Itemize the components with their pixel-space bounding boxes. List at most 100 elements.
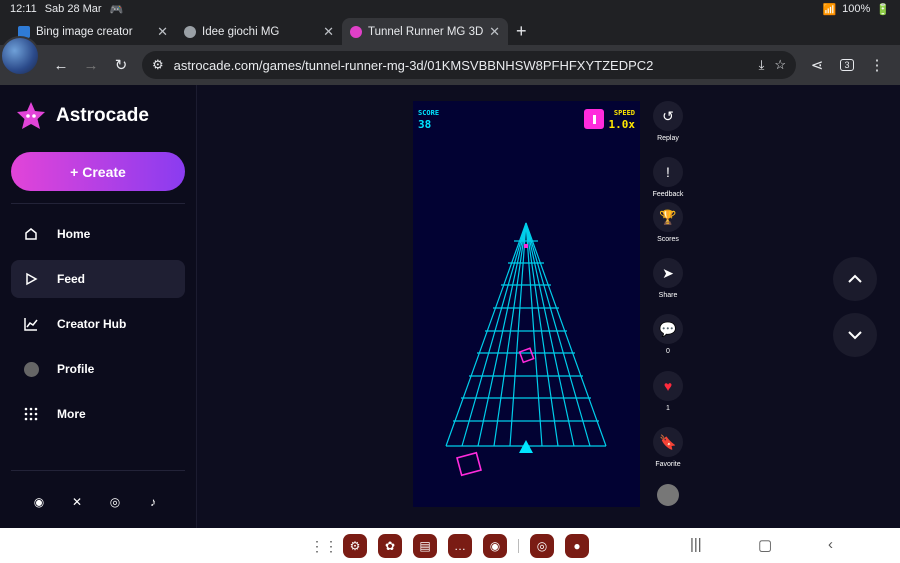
grid-icon <box>23 406 39 422</box>
action-label: Favorite <box>655 461 681 468</box>
new-tab-button[interactable]: + <box>508 18 535 45</box>
instagram-app-icon[interactable]: ◎ <box>530 534 554 558</box>
sidebar-item-label: Home <box>57 227 91 241</box>
tab-tunnel-runner[interactable]: Tunnel Runner MG 3D | A ✕ <box>342 18 508 45</box>
social-links: ◉ ✕ ◎ ♪ <box>32 495 160 509</box>
astrocade-logo-icon <box>17 102 45 129</box>
discord-notification-icon: 🎮 <box>109 3 124 16</box>
url-text: astrocade.com/games/tunnel-runner-mg-3d/… <box>173 57 654 73</box>
download-icon[interactable]: ⤓ <box>759 57 765 73</box>
address-bar[interactable]: ⚙ astrocade.com/games/tunnel-runner-mg-3… <box>142 51 796 79</box>
tab-bing-image-creator[interactable]: Bing image creator ✕ <box>10 18 176 45</box>
action-label: Feedback <box>652 191 684 198</box>
close-icon[interactable]: ✕ <box>157 24 168 40</box>
score-label: SCORE <box>418 109 440 117</box>
messages-app-icon[interactable]: … <box>448 534 472 558</box>
avatar-icon <box>23 361 39 377</box>
forward-button[interactable]: → <box>76 50 106 80</box>
sidebar-item-label: Creator Hub <box>57 317 127 331</box>
status-date: Sab 28 Mar <box>44 3 102 15</box>
menu-icon[interactable]: ⋮ <box>862 50 892 80</box>
comment-action[interactable]: 💬 0 <box>651 314 685 355</box>
comment-icon[interactable]: 💬 <box>653 314 683 344</box>
back-button[interactable]: ← <box>46 50 76 80</box>
discord-icon[interactable]: ◉ <box>32 495 46 509</box>
pause-icon <box>589 114 599 124</box>
wifi-icon: 📶 <box>822 3 837 16</box>
settings-app-icon[interactable]: ⚙ <box>343 534 367 558</box>
favorite-action[interactable]: 🔖 Favorite <box>651 427 685 468</box>
chevron-up-icon <box>848 274 862 283</box>
feedback-icon[interactable]: ! <box>653 157 683 187</box>
files-app-icon[interactable]: ▤ <box>413 534 437 558</box>
like-count: 1 <box>666 405 670 412</box>
close-icon[interactable]: ✕ <box>323 24 334 40</box>
battery-label: 100% <box>842 3 871 15</box>
feedback-action[interactable]: ! Feedback <box>651 157 685 198</box>
tab-idee-giochi[interactable]: Idee giochi MG ✕ <box>176 18 342 45</box>
scores-action[interactable]: 🏆 Scores <box>651 202 685 243</box>
replay-icon[interactable]: ↺ <box>653 101 683 131</box>
divider <box>11 203 185 204</box>
recents-button[interactable]: ||| <box>690 536 702 553</box>
chart-icon <box>23 316 39 332</box>
trophy-icon[interactable]: 🏆 <box>653 202 683 232</box>
home-button[interactable]: ▢ <box>758 536 772 554</box>
speed-value: 1.0x <box>608 118 636 131</box>
sidebar-item-home[interactable]: Home <box>11 215 185 253</box>
share-action[interactable]: ➤ Share <box>651 258 685 299</box>
tab-switcher-button[interactable]: 3 <box>832 50 862 80</box>
instagram-icon[interactable]: ◎ <box>108 495 122 509</box>
obstacle-cube <box>524 244 528 248</box>
share-icon[interactable]: ⋖ <box>802 50 832 80</box>
reload-button[interactable]: ↻ <box>106 50 136 80</box>
discord-app-icon[interactable]: ● <box>565 534 589 558</box>
app-dock: ⋮⋮ ⚙ ✿ ▤ … ◉ ◎ ● <box>310 534 589 558</box>
obstacle-cube <box>456 451 482 477</box>
bookmark-star-icon[interactable]: ☆ <box>774 57 786 73</box>
system-navbar: ⋮⋮ ⚙ ✿ ▤ … ◉ ◎ ● ||| ▢ ‹ <box>0 528 900 563</box>
status-time: 12:11 <box>10 3 37 15</box>
action-label: Share <box>658 292 678 299</box>
bookmark-icon[interactable]: 🔖 <box>653 427 683 457</box>
back-nav-button[interactable]: ‹ <box>828 536 833 553</box>
profile-avatar-icon[interactable] <box>0 36 40 76</box>
app-drawer-icon[interactable]: ⋮⋮ <box>310 538 338 554</box>
divider <box>11 470 185 471</box>
close-icon[interactable]: ✕ <box>489 24 500 40</box>
sidebar-item-feed[interactable]: Feed <box>11 260 185 298</box>
astrocade-favicon-icon <box>350 25 362 38</box>
gallery-app-icon[interactable]: ✿ <box>378 534 402 558</box>
site-settings-icon[interactable]: ⚙ <box>152 57 164 73</box>
speed-label: SPEED <box>613 109 635 117</box>
chevron-down-icon <box>848 331 862 340</box>
heart-icon[interactable]: ♥ <box>653 371 683 401</box>
sidebar-item-more[interactable]: More <box>11 395 185 433</box>
x-icon[interactable]: ✕ <box>70 495 84 509</box>
game-canvas[interactable]: SCORE 38 SPEED 1.0x <box>413 101 640 507</box>
like-action[interactable]: ♥ 1 <box>651 371 685 412</box>
sidebar-item-label: Profile <box>57 362 95 376</box>
camera-app-icon[interactable]: ◉ <box>483 534 507 558</box>
battery-icon: 🔋 <box>876 3 890 16</box>
pause-button[interactable] <box>584 109 604 129</box>
comment-count: 0 <box>666 348 670 355</box>
sidebar-item-profile[interactable]: Profile <box>11 350 185 388</box>
replay-action[interactable]: ↺ Replay <box>651 101 685 142</box>
obstacle-cube <box>518 347 535 364</box>
status-bar: 12:11 Sab 28 Mar 🎮 📶 100% 🔋 <box>0 0 900 18</box>
page-content: Astrocade + Create Home Feed Creator Hub <box>0 85 900 528</box>
tab-title: Bing image creator <box>36 25 133 38</box>
avatar-icon[interactable] <box>657 484 679 506</box>
brand[interactable]: Astrocade <box>16 101 149 131</box>
creator-avatar[interactable] <box>651 484 685 506</box>
tab-count: 3 <box>840 59 854 71</box>
create-button[interactable]: + Create <box>11 152 185 191</box>
share-icon[interactable]: ➤ <box>653 258 683 288</box>
scroll-down-button[interactable] <box>833 313 877 357</box>
dock-divider <box>518 539 519 553</box>
sidebar-item-creator-hub[interactable]: Creator Hub <box>11 305 185 343</box>
sidebar-item-label: More <box>57 407 86 421</box>
scroll-up-button[interactable] <box>833 257 877 301</box>
tiktok-icon[interactable]: ♪ <box>146 495 160 509</box>
